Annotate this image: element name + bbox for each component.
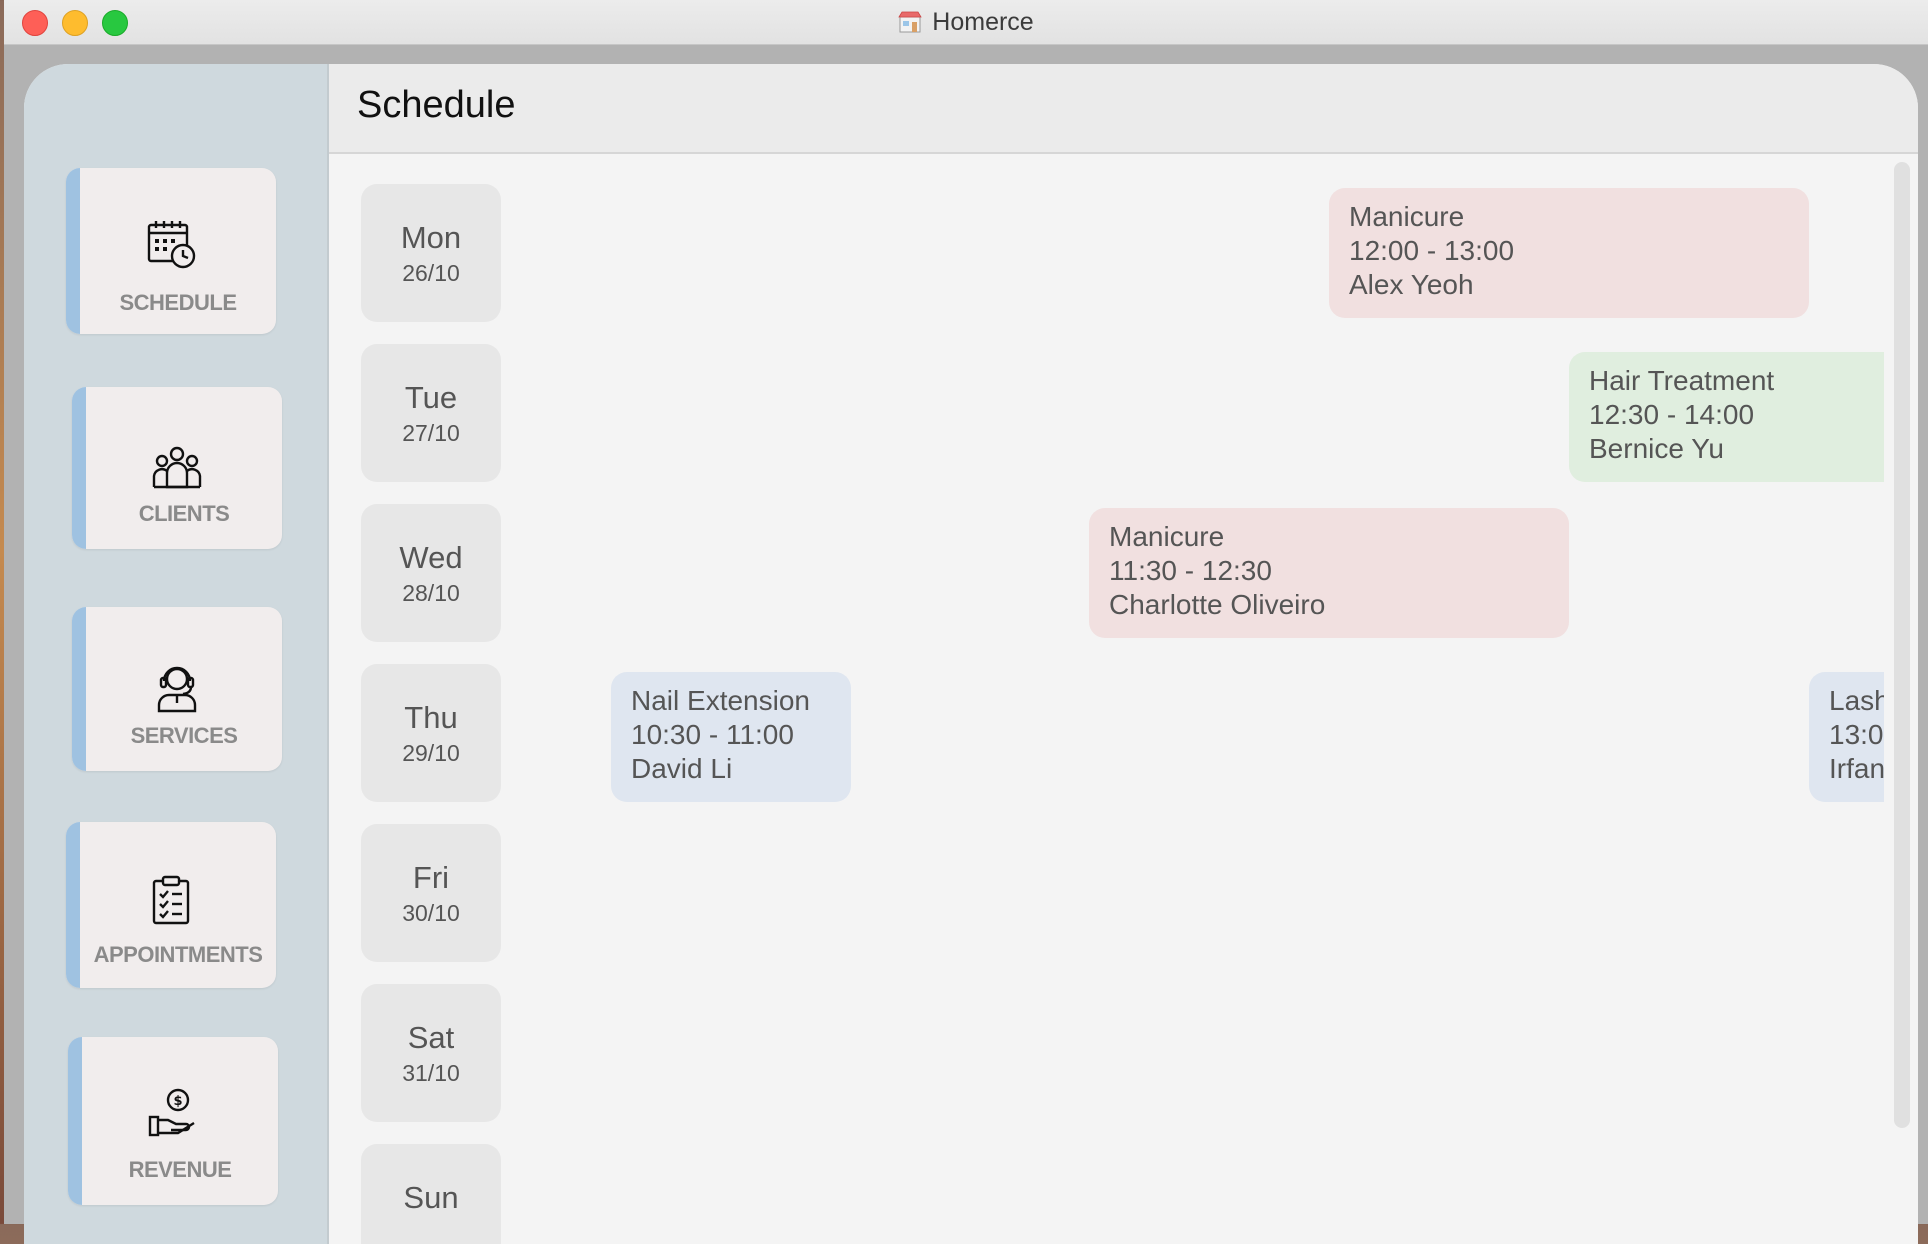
vertical-scrollbar[interactable] [1892,162,1912,1244]
appointment-time: 12:30 - 14:00 [1589,399,1755,430]
scrollbar-thumb[interactable] [1894,162,1910,1128]
calendar-clock-icon [145,218,197,270]
active-indicator [68,1037,82,1205]
svg-text:$: $ [173,1094,182,1109]
appointment-client: Bernice Yu [1589,433,1724,464]
sidebar-item-schedule[interactable]: SCHEDULE [66,168,276,334]
appointment-client: David Li [631,753,733,784]
sidebar-item-label: CLIENTS [138,501,230,526]
title-bar[interactable]: Homerce [4,0,1928,45]
appointments-area: Manicure 12:00 - 13:00 Alex Yeoh Hair Tr… [329,154,1884,1244]
clipboard-check-icon [145,874,197,926]
appointment-card[interactable]: Hair Treatment 12:30 - 14:00 Bernice Yu [1569,352,1884,482]
sidebar-item-revenue[interactable]: $ REVENUE [68,1037,278,1205]
schedule-view[interactable]: Mon 26/10 Tue 27/10 Wed 28/10 Thu 29/10 … [329,154,1918,1244]
appointment-service: Lash Lift [1829,685,1884,716]
app-window: Homerce SCHEDULE CLIENTS SERVICES APPOIN… [4,0,1928,1244]
appointment-client: Irfan Ibrahim [1829,753,1884,784]
sidebar-item-appointments[interactable]: APPOINTMENTS [66,822,276,988]
users-icon [151,443,203,495]
appointment-service: Hair Treatment [1589,365,1775,396]
appointment-card[interactable]: Lash Lift 13:00 - 13:30 Irfan Ibrahim [1809,672,1884,802]
app-content: SCHEDULE CLIENTS SERVICES APPOINTMENTS $… [24,64,1918,1244]
store-icon [898,11,922,33]
appointment-client: Alex Yeoh [1349,269,1474,300]
appointment-service: Nail Extension [631,685,810,716]
page-header: Schedule [329,64,1918,154]
appointment-service: Manicure [1109,521,1225,552]
active-indicator [66,168,80,334]
appointment-card[interactable]: Manicure 11:30 - 12:30 Charlotte Oliveir… [1089,508,1569,638]
sidebar-item-services[interactable]: SERVICES [72,607,282,771]
appointment-time: 13:00 - 13:30 [1829,719,1884,750]
sidebar-item-label: SERVICES [130,723,238,748]
appointment-client: Charlotte Oliveiro [1109,589,1326,620]
active-indicator [72,607,86,771]
sidebar-item-label: REVENUE [128,1157,232,1182]
appointment-card[interactable]: Nail Extension 10:30 - 11:00 David Li [611,672,851,802]
window-title: Homerce [932,7,1034,36]
sidebar: SCHEDULE CLIENTS SERVICES APPOINTMENTS $… [24,64,329,1244]
active-indicator [66,822,80,988]
sidebar-item-clients[interactable]: CLIENTS [72,387,282,549]
appointment-time: 11:30 - 12:30 [1109,555,1272,586]
appointment-time: 12:00 - 13:00 [1349,235,1515,266]
active-indicator [72,387,86,549]
sidebar-item-label: SCHEDULE [119,290,237,315]
sidebar-item-label: APPOINTMENTS [93,942,263,967]
hand-coin-icon: $ [147,1087,199,1139]
page-title: Schedule [357,84,516,126]
headset-person-icon [151,661,203,713]
appointment-card[interactable]: Manicure 12:00 - 13:00 Alex Yeoh [1329,188,1809,318]
appointment-time: 10:30 - 11:00 [631,719,794,750]
appointment-service: Manicure [1349,201,1465,232]
main-panel: Schedule Mon 26/10 Tue 27/10 Wed 28/10 T… [329,64,1918,1244]
